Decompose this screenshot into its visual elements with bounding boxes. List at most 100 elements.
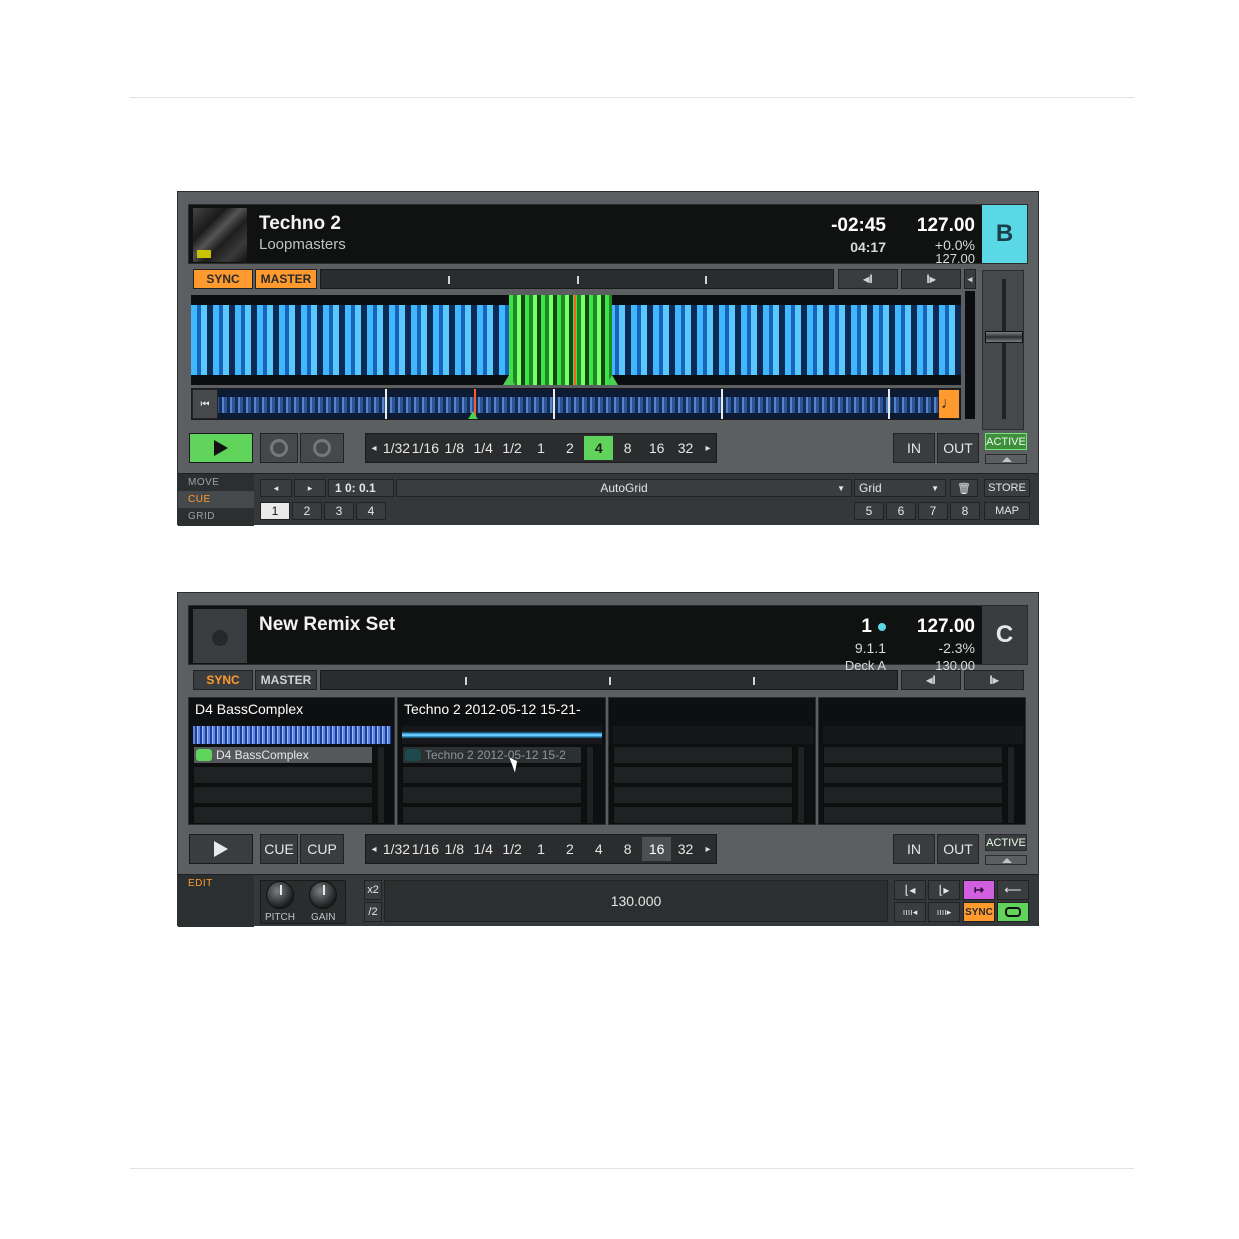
deck-letter[interactable]: B	[982, 205, 1027, 263]
slot-waveform[interactable]	[402, 726, 602, 744]
overview-waveform[interactable]: ⏮ ♩	[191, 388, 961, 420]
slot-waveform[interactable]	[193, 726, 391, 744]
sample-cell[interactable]	[823, 806, 1003, 824]
back-arrow-icon[interactable]: ⟵	[997, 880, 1029, 900]
loop-size-item-selected[interactable]: 4	[584, 436, 614, 460]
loop-size-item-selected[interactable]: 16	[642, 837, 672, 861]
loop-size-item[interactable]: 1/4	[469, 837, 498, 861]
sample-cell[interactable]	[613, 746, 793, 764]
mode-grid[interactable]: GRID	[178, 508, 254, 525]
flag-note-icon[interactable]: ♩	[938, 389, 960, 419]
sample-cell[interactable]	[193, 766, 373, 784]
hotcue-1[interactable]: 1	[260, 502, 290, 520]
cup-button[interactable]: CUP	[300, 834, 344, 864]
loop-size-next-icon[interactable]: ▸	[700, 844, 716, 855]
reverse-arrow-icon[interactable]: ↦	[963, 880, 995, 900]
sample-cell[interactable]	[613, 806, 793, 824]
sync-button[interactable]: SYNC	[193, 269, 253, 289]
slot-volume-fader[interactable]	[586, 746, 594, 824]
mode-move[interactable]: MOVE	[178, 474, 254, 491]
loop-size-item[interactable]: 1/2	[498, 837, 527, 861]
loop-size-item[interactable]: 2	[555, 837, 584, 861]
sample-cell[interactable]	[402, 806, 582, 824]
tempo-fader-handle[interactable]	[985, 331, 1023, 343]
loop-size-item[interactable]: 32	[671, 436, 700, 460]
loop-size-prev-icon[interactable]: ◂	[366, 443, 382, 454]
sample-cell-dragging[interactable]: Techno 2 2012-05-12 15-2	[402, 746, 582, 764]
cue-button[interactable]	[260, 433, 298, 463]
gain-knob[interactable]	[309, 881, 337, 909]
loop-active-expand-icon[interactable]	[985, 855, 1027, 865]
loop-out-button[interactable]: OUT	[937, 433, 979, 463]
nudge-start-right-icon[interactable]: ⌊▸	[928, 880, 960, 900]
tempo-fader[interactable]	[982, 270, 1024, 430]
loop-size-item[interactable]: 8	[613, 436, 642, 460]
beatjump-back-button[interactable]: ◂I	[901, 670, 961, 690]
cue-button[interactable]: CUE	[260, 834, 298, 864]
loop-size-item[interactable]: 1/8	[440, 436, 469, 460]
beatjump-back-button[interactable]: ◂I	[838, 269, 898, 289]
zoom-left-icon[interactable]: ◂	[964, 269, 976, 289]
store-button[interactable]: STORE	[984, 479, 1030, 497]
play-button[interactable]	[189, 834, 253, 864]
sample-cell[interactable]	[613, 786, 793, 804]
play-button[interactable]	[189, 433, 253, 463]
sample-cell-selected[interactable]: D4 BassComplex	[193, 746, 373, 764]
slot-sync-button[interactable]: SYNC	[963, 902, 995, 922]
stripe-waveform[interactable]	[191, 295, 961, 385]
hotcue-6[interactable]: 6	[886, 502, 916, 520]
waveform-scroll[interactable]	[965, 291, 975, 419]
hotcue-8[interactable]: 8	[950, 502, 980, 520]
sample-cell[interactable]	[823, 746, 1003, 764]
loop-in-button[interactable]: IN	[893, 433, 935, 463]
trash-icon[interactable]: 🗑	[950, 479, 978, 497]
hotcue-4[interactable]: 4	[356, 502, 386, 520]
hotcue-3[interactable]: 3	[324, 502, 354, 520]
deck-letter[interactable]: C	[982, 606, 1027, 664]
beatjump-forward-button[interactable]: I▸	[901, 269, 961, 289]
loop-size-item[interactable]: 1/32	[382, 436, 411, 460]
tempo-half-button[interactable]: /2	[364, 902, 382, 922]
loop-size-item[interactable]: 16	[642, 436, 671, 460]
hotcue-7[interactable]: 7	[918, 502, 948, 520]
slot-waveform[interactable]	[613, 726, 813, 744]
loop-size-item[interactable]: 1/8	[440, 837, 469, 861]
slot-volume-fader[interactable]	[1007, 746, 1015, 824]
hotcue-2[interactable]: 2	[292, 502, 322, 520]
beatjump-forward-button[interactable]: I▸	[964, 670, 1024, 690]
cue-prev-icon[interactable]: ◂	[260, 479, 292, 497]
loop-size-next-icon[interactable]: ▸	[700, 443, 716, 454]
loop-size-item[interactable]: 1/4	[469, 436, 498, 460]
loop-size-item[interactable]: 1/16	[411, 837, 440, 861]
mode-cue[interactable]: CUE	[178, 491, 254, 508]
loop-size-item[interactable]: 1	[527, 837, 556, 861]
map-button[interactable]: MAP	[984, 502, 1030, 520]
loop-size-item[interactable]: 1	[527, 436, 556, 460]
master-button[interactable]: MASTER	[255, 269, 317, 289]
loop-size-item[interactable]: 1/2	[498, 436, 527, 460]
shift-right-icon[interactable]: ıııı▸	[928, 902, 960, 922]
master-button[interactable]: MASTER	[255, 670, 317, 690]
loop-size-item[interactable]: 4	[584, 837, 613, 861]
sample-cell[interactable]	[823, 766, 1003, 784]
skip-start-icon[interactable]: ⏮	[192, 389, 218, 419]
sample-cell[interactable]	[402, 786, 582, 804]
sample-cell[interactable]	[193, 786, 373, 804]
nudge-start-left-icon[interactable]: ⌊◂	[894, 880, 926, 900]
mode-edit[interactable]: EDIT	[178, 875, 254, 892]
loop-out-button[interactable]: OUT	[937, 834, 979, 864]
loop-active-button[interactable]: ACTIVE	[985, 433, 1027, 450]
loop-size-prev-icon[interactable]: ◂	[366, 844, 382, 855]
cue-type-select[interactable]: AutoGrid ▼	[396, 479, 852, 497]
cup-button[interactable]	[300, 433, 344, 463]
slot-volume-fader[interactable]	[797, 746, 805, 824]
pitch-knob[interactable]	[266, 881, 294, 909]
slot-waveform[interactable]	[823, 726, 1023, 744]
shift-left-icon[interactable]: ıııı◂	[894, 902, 926, 922]
sample-cell[interactable]	[193, 806, 373, 824]
tempo-value-field[interactable]: 130.000	[384, 880, 888, 922]
sample-cell[interactable]	[823, 786, 1003, 804]
cue-next-icon[interactable]: ▸	[294, 479, 326, 497]
loop-in-button[interactable]: IN	[893, 834, 935, 864]
loop-mode-icon[interactable]	[997, 902, 1029, 922]
